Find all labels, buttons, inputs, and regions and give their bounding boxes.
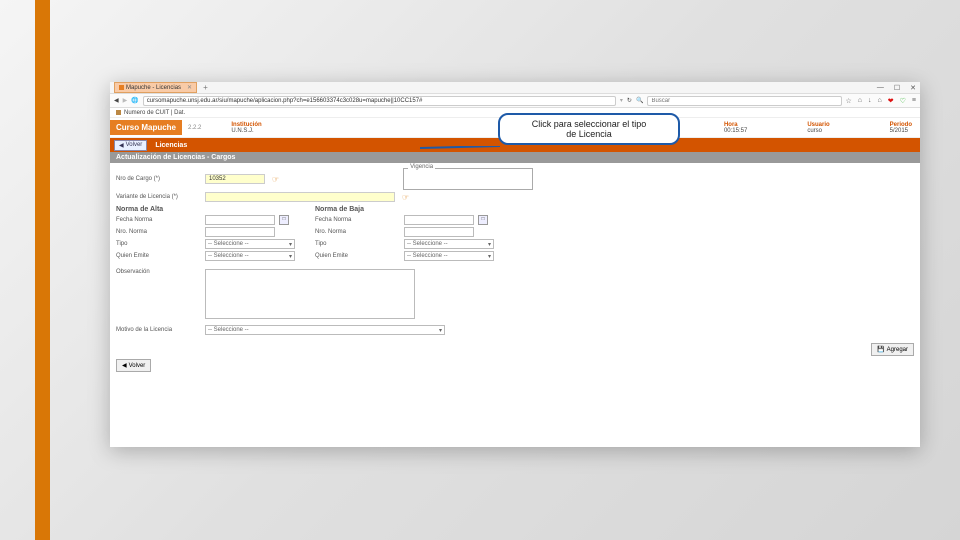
callout-text-1: Click para seleccionar el tipo bbox=[506, 119, 672, 129]
motivo-label: Motivo de la Licencia bbox=[116, 327, 201, 333]
slide-accent-bar bbox=[35, 0, 50, 540]
bookmark-item[interactable]: Numero de CUIT | Dat. bbox=[124, 110, 185, 116]
globe-icon: 🌐 bbox=[131, 97, 138, 104]
chevron-down-icon: ▾ bbox=[289, 241, 292, 248]
volver-label: Volver bbox=[126, 142, 143, 148]
agregar-label: Agregar bbox=[887, 347, 908, 353]
download-icon[interactable]: ↓ bbox=[868, 97, 872, 105]
agregar-button[interactable]: 💾 Agregar bbox=[871, 343, 914, 356]
chevron-down-icon: ▾ bbox=[289, 253, 292, 260]
baja-quien-label: Quien Emite bbox=[315, 253, 400, 259]
nro-cargo-input[interactable]: 10352 bbox=[205, 174, 265, 184]
alta-tipo-label: Tipo bbox=[116, 241, 201, 247]
star-icon[interactable]: ☆ bbox=[846, 97, 852, 105]
app-title: Curso Mapuche bbox=[110, 120, 182, 135]
volver-bottom-label: Volver bbox=[129, 363, 146, 369]
nro-cargo-label: Nro de Cargo (*) bbox=[116, 176, 201, 182]
institucion-value: U.N.S.J. bbox=[231, 128, 261, 134]
variante-label: Variante de Licencia (*) bbox=[116, 194, 201, 200]
menu-icon[interactable]: ≡ bbox=[912, 97, 916, 105]
motivo-select[interactable]: -- Seleccione --▾ bbox=[205, 325, 445, 335]
shield-icon[interactable]: ♡ bbox=[900, 97, 906, 105]
calendar-icon[interactable]: □ bbox=[478, 215, 488, 225]
observacion-textarea[interactable] bbox=[205, 269, 415, 319]
variante-picker-icon[interactable]: ☞ bbox=[402, 193, 409, 202]
browser-tab[interactable]: Mapuche - Licencias ✕ bbox=[114, 82, 197, 93]
chevron-down-icon: ▾ bbox=[488, 241, 491, 248]
back-arrow-icon: ◀ bbox=[119, 142, 124, 149]
back-arrow-icon: ◀ bbox=[122, 362, 127, 369]
save-icon: 💾 bbox=[877, 346, 884, 353]
callout-text-2: de Licencia bbox=[506, 129, 672, 139]
forward-button[interactable]: ▶ bbox=[123, 97, 128, 104]
norma-alta-title: Norma de Alta bbox=[116, 206, 295, 213]
tab-bar: Mapuche - Licencias ✕ + — ☐ ✕ bbox=[110, 82, 920, 94]
volver-top-button[interactable]: ◀ Volver bbox=[114, 140, 147, 151]
chevron-down-icon: ▾ bbox=[439, 327, 442, 334]
vigencia-fieldset: Vigencia bbox=[403, 168, 533, 190]
alta-quien-select[interactable]: -- Seleccione --▾ bbox=[205, 251, 295, 261]
search-input[interactable] bbox=[647, 96, 841, 106]
window-close-icon[interactable]: ✕ bbox=[910, 84, 916, 92]
alta-tipo-select[interactable]: -- Seleccione --▾ bbox=[205, 239, 295, 249]
form-area: Nro de Cargo (*) 10352 ☞ Vigencia Varian… bbox=[110, 163, 920, 340]
baja-fecha-label: Fecha Norma bbox=[315, 217, 400, 223]
variante-input[interactable] bbox=[205, 192, 395, 202]
search-icon: 🔍 bbox=[636, 97, 643, 104]
reload-button[interactable]: ↻ bbox=[627, 97, 632, 104]
alta-fecha-label: Fecha Norma bbox=[116, 217, 201, 223]
observacion-label: Observación bbox=[116, 269, 201, 275]
baja-nro-label: Nro. Norma bbox=[315, 229, 400, 235]
norma-alta-column: Norma de Alta Fecha Norma □ Nro. Norma Ti… bbox=[116, 206, 295, 263]
volver-bottom-button[interactable]: ◀ Volver bbox=[116, 359, 151, 372]
breadcrumb: Licencias bbox=[155, 142, 187, 149]
alta-nro-input[interactable] bbox=[205, 227, 275, 237]
hora-value: 00:15:57 bbox=[724, 128, 747, 134]
calendar-icon[interactable]: □ bbox=[279, 215, 289, 225]
instruction-callout: Click para seleccionar el tipo de Licenc… bbox=[498, 113, 680, 145]
baja-tipo-label: Tipo bbox=[315, 241, 400, 247]
app-version: 2.2.2 bbox=[188, 125, 201, 131]
callout-pointer-line bbox=[420, 146, 500, 161]
periodo-value: 5/2015 bbox=[890, 128, 912, 134]
alta-quien-label: Quien Emite bbox=[116, 253, 201, 259]
window-maximize-icon[interactable]: ☐ bbox=[894, 84, 900, 92]
norma-baja-title: Norma de Baja bbox=[315, 206, 494, 213]
norma-baja-column: Norma de Baja Fecha Norma □ Nro. Norma Ti… bbox=[315, 206, 494, 263]
dropdown-icon[interactable]: ▾ bbox=[620, 97, 623, 104]
baja-quien-select[interactable]: -- Seleccione --▾ bbox=[404, 251, 494, 261]
section-header: Actualización de Licencias - Cargos bbox=[110, 152, 920, 163]
baja-fecha-input[interactable] bbox=[404, 215, 474, 225]
footer-buttons: 💾 Agregar bbox=[110, 340, 920, 359]
tab-favicon-icon bbox=[119, 85, 124, 90]
bookmark-favicon-icon bbox=[116, 110, 121, 115]
heart-icon[interactable]: ❤ bbox=[888, 97, 894, 105]
pocket-icon[interactable]: ⌂ bbox=[858, 97, 862, 105]
home-icon[interactable]: ⌂ bbox=[878, 97, 882, 105]
picker-icon[interactable]: ☞ bbox=[272, 175, 279, 184]
url-input[interactable]: cursomapuche.unsj.edu.ar/siu/mapuche/apl… bbox=[143, 96, 616, 106]
tab-close-icon[interactable]: ✕ bbox=[187, 84, 192, 91]
chevron-down-icon: ▾ bbox=[488, 253, 491, 260]
url-bar: ◀ ▶ 🌐 cursomapuche.unsj.edu.ar/siu/mapuc… bbox=[110, 94, 920, 108]
alta-fecha-input[interactable] bbox=[205, 215, 275, 225]
window-minimize-icon[interactable]: — bbox=[877, 84, 884, 92]
back-button[interactable]: ◀ bbox=[114, 97, 119, 104]
new-tab-button[interactable]: + bbox=[203, 83, 208, 92]
usuario-value: curso bbox=[807, 128, 829, 134]
baja-tipo-select[interactable]: -- Seleccione --▾ bbox=[404, 239, 494, 249]
vigencia-label: Vigencia bbox=[408, 164, 435, 170]
alta-nro-label: Nro. Norma bbox=[116, 229, 201, 235]
baja-nro-input[interactable] bbox=[404, 227, 474, 237]
tab-title: Mapuche - Licencias bbox=[126, 85, 181, 91]
